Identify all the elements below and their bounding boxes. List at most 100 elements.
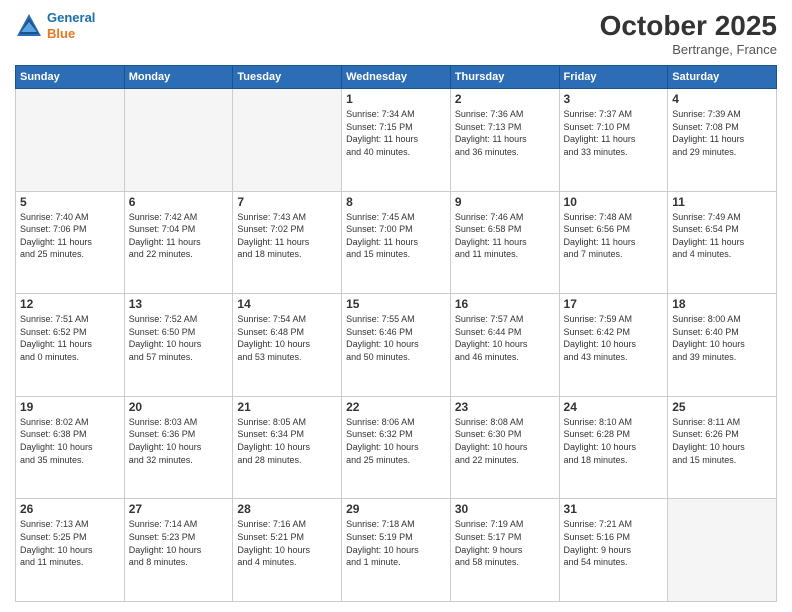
calendar-cell: 16 Sunrise: 7:57 AM Sunset: 6:44 PM Dayli… bbox=[450, 294, 559, 397]
day-number: 17 bbox=[564, 297, 664, 311]
day-number: 3 bbox=[564, 92, 664, 106]
calendar-cell: 19 Sunrise: 8:02 AM Sunset: 6:38 PM Dayli… bbox=[16, 396, 125, 499]
calendar-cell: 10Sunrise: 7:48 AM Sunset: 6:56 PM Dayli… bbox=[559, 191, 668, 294]
weekday-header-row: SundayMondayTuesdayWednesdayThursdayFrid… bbox=[16, 66, 777, 89]
day-number: 13 bbox=[129, 297, 229, 311]
title-block: October 2025 Bertrange, France bbox=[600, 10, 777, 57]
day-info: Sunrise: 7:36 AM Sunset: 7:13 PM Dayligh… bbox=[455, 108, 555, 158]
weekday-header-sunday: Sunday bbox=[16, 66, 125, 89]
day-number: 22 bbox=[346, 400, 446, 414]
calendar-cell: 21 Sunrise: 8:05 AM Sunset: 6:34 PM Dayli… bbox=[233, 396, 342, 499]
day-info: Sunrise: 7:54 AM Sunset: 6:48 PM Dayligh… bbox=[237, 313, 337, 363]
calendar-cell: 14 Sunrise: 7:54 AM Sunset: 6:48 PM Dayli… bbox=[233, 294, 342, 397]
day-info: Sunrise: 7:18 AM Sunset: 5:19 PM Dayligh… bbox=[346, 518, 446, 568]
day-info: Sunrise: 7:19 AM Sunset: 5:17 PM Dayligh… bbox=[455, 518, 555, 568]
calendar-table: SundayMondayTuesdayWednesdayThursdayFrid… bbox=[15, 65, 777, 602]
week-row-0: 1Sunrise: 7:34 AM Sunset: 7:15 PM Daylig… bbox=[16, 89, 777, 192]
day-info: Sunrise: 7:42 AM Sunset: 7:04 PM Dayligh… bbox=[129, 211, 229, 261]
calendar-cell: 25Sunrise: 8:11 AM Sunset: 6:26 PM Dayli… bbox=[668, 396, 777, 499]
day-info: Sunrise: 7:45 AM Sunset: 7:00 PM Dayligh… bbox=[346, 211, 446, 261]
calendar-cell: 31 Sunrise: 7:21 AM Sunset: 5:16 PM Dayli… bbox=[559, 499, 668, 602]
calendar-cell: 17 Sunrise: 7:59 AM Sunset: 6:42 PM Dayli… bbox=[559, 294, 668, 397]
weekday-header-friday: Friday bbox=[559, 66, 668, 89]
day-number: 7 bbox=[237, 195, 337, 209]
calendar-cell: 28Sunrise: 7:16 AM Sunset: 5:21 PM Dayli… bbox=[233, 499, 342, 602]
day-info: Sunrise: 8:10 AM Sunset: 6:28 PM Dayligh… bbox=[564, 416, 664, 466]
day-info: Sunrise: 7:52 AM Sunset: 6:50 PM Dayligh… bbox=[129, 313, 229, 363]
day-info: Sunrise: 7:37 AM Sunset: 7:10 PM Dayligh… bbox=[564, 108, 664, 158]
day-info: Sunrise: 8:05 AM Sunset: 6:34 PM Dayligh… bbox=[237, 416, 337, 466]
day-number: 16 bbox=[455, 297, 555, 311]
day-number: 19 bbox=[20, 400, 120, 414]
day-info: Sunrise: 8:02 AM Sunset: 6:38 PM Dayligh… bbox=[20, 416, 120, 466]
calendar-cell: 29Sunrise: 7:18 AM Sunset: 5:19 PM Dayli… bbox=[342, 499, 451, 602]
day-number: 24 bbox=[564, 400, 664, 414]
day-number: 21 bbox=[237, 400, 337, 414]
header: General Blue October 2025 Bertrange, Fra… bbox=[15, 10, 777, 57]
calendar-cell: 7Sunrise: 7:43 AM Sunset: 7:02 PM Daylig… bbox=[233, 191, 342, 294]
calendar-cell: 4 Sunrise: 7:39 AM Sunset: 7:08 PM Daylig… bbox=[668, 89, 777, 192]
weekday-header-wednesday: Wednesday bbox=[342, 66, 451, 89]
calendar-cell: 1Sunrise: 7:34 AM Sunset: 7:15 PM Daylig… bbox=[342, 89, 451, 192]
day-number: 9 bbox=[455, 195, 555, 209]
day-number: 11 bbox=[672, 195, 772, 209]
logo-text: General Blue bbox=[47, 10, 95, 41]
day-info: Sunrise: 7:55 AM Sunset: 6:46 PM Dayligh… bbox=[346, 313, 446, 363]
calendar-cell: 18 Sunrise: 8:00 AM Sunset: 6:40 PM Dayli… bbox=[668, 294, 777, 397]
day-info: Sunrise: 7:49 AM Sunset: 6:54 PM Dayligh… bbox=[672, 211, 772, 261]
day-number: 26 bbox=[20, 502, 120, 516]
calendar-cell: 15 Sunrise: 7:55 AM Sunset: 6:46 PM Dayli… bbox=[342, 294, 451, 397]
day-info: Sunrise: 7:16 AM Sunset: 5:21 PM Dayligh… bbox=[237, 518, 337, 568]
calendar-cell: 26 Sunrise: 7:13 AM Sunset: 5:25 PM Dayli… bbox=[16, 499, 125, 602]
month-title: October 2025 bbox=[600, 10, 777, 42]
day-info: Sunrise: 7:21 AM Sunset: 5:16 PM Dayligh… bbox=[564, 518, 664, 568]
day-info: Sunrise: 7:46 AM Sunset: 6:58 PM Dayligh… bbox=[455, 211, 555, 261]
calendar-cell bbox=[16, 89, 125, 192]
location: Bertrange, France bbox=[600, 42, 777, 57]
weekday-header-tuesday: Tuesday bbox=[233, 66, 342, 89]
day-number: 6 bbox=[129, 195, 229, 209]
day-number: 30 bbox=[455, 502, 555, 516]
day-number: 18 bbox=[672, 297, 772, 311]
calendar-cell: 24 Sunrise: 8:10 AM Sunset: 6:28 PM Dayli… bbox=[559, 396, 668, 499]
logo: General Blue bbox=[15, 10, 95, 41]
day-number: 15 bbox=[346, 297, 446, 311]
day-info: Sunrise: 7:39 AM Sunset: 7:08 PM Dayligh… bbox=[672, 108, 772, 158]
day-info: Sunrise: 7:48 AM Sunset: 6:56 PM Dayligh… bbox=[564, 211, 664, 261]
calendar-cell bbox=[668, 499, 777, 602]
day-number: 31 bbox=[564, 502, 664, 516]
day-info: Sunrise: 8:00 AM Sunset: 6:40 PM Dayligh… bbox=[672, 313, 772, 363]
calendar-cell: 27 Sunrise: 7:14 AM Sunset: 5:23 PM Dayli… bbox=[124, 499, 233, 602]
day-info: Sunrise: 7:14 AM Sunset: 5:23 PM Dayligh… bbox=[129, 518, 229, 568]
day-info: Sunrise: 7:13 AM Sunset: 5:25 PM Dayligh… bbox=[20, 518, 120, 568]
day-info: Sunrise: 7:57 AM Sunset: 6:44 PM Dayligh… bbox=[455, 313, 555, 363]
day-number: 14 bbox=[237, 297, 337, 311]
day-info: Sunrise: 7:40 AM Sunset: 7:06 PM Dayligh… bbox=[20, 211, 120, 261]
calendar-cell bbox=[233, 89, 342, 192]
day-info: Sunrise: 7:59 AM Sunset: 6:42 PM Dayligh… bbox=[564, 313, 664, 363]
calendar-cell: 8Sunrise: 7:45 AM Sunset: 7:00 PM Daylig… bbox=[342, 191, 451, 294]
calendar-cell: 5 Sunrise: 7:40 AM Sunset: 7:06 PM Daylig… bbox=[16, 191, 125, 294]
calendar-cell: 6 Sunrise: 7:42 AM Sunset: 7:04 PM Daylig… bbox=[124, 191, 233, 294]
week-row-4: 26 Sunrise: 7:13 AM Sunset: 5:25 PM Dayli… bbox=[16, 499, 777, 602]
calendar-cell: 23Sunrise: 8:08 AM Sunset: 6:30 PM Dayli… bbox=[450, 396, 559, 499]
calendar-cell: 30 Sunrise: 7:19 AM Sunset: 5:17 PM Dayli… bbox=[450, 499, 559, 602]
day-info: Sunrise: 7:34 AM Sunset: 7:15 PM Dayligh… bbox=[346, 108, 446, 158]
calendar-cell: 3 Sunrise: 7:37 AM Sunset: 7:10 PM Daylig… bbox=[559, 89, 668, 192]
weekday-header-saturday: Saturday bbox=[668, 66, 777, 89]
day-number: 5 bbox=[20, 195, 120, 209]
calendar-cell: 12Sunrise: 7:51 AM Sunset: 6:52 PM Dayli… bbox=[16, 294, 125, 397]
weekday-header-monday: Monday bbox=[124, 66, 233, 89]
weekday-header-thursday: Thursday bbox=[450, 66, 559, 89]
day-number: 2 bbox=[455, 92, 555, 106]
day-info: Sunrise: 8:06 AM Sunset: 6:32 PM Dayligh… bbox=[346, 416, 446, 466]
day-number: 27 bbox=[129, 502, 229, 516]
day-number: 25 bbox=[672, 400, 772, 414]
page: General Blue October 2025 Bertrange, Fra… bbox=[0, 0, 792, 612]
day-info: Sunrise: 8:03 AM Sunset: 6:36 PM Dayligh… bbox=[129, 416, 229, 466]
day-number: 4 bbox=[672, 92, 772, 106]
logo-icon bbox=[15, 12, 43, 40]
calendar-cell: 20Sunrise: 8:03 AM Sunset: 6:36 PM Dayli… bbox=[124, 396, 233, 499]
week-row-1: 5 Sunrise: 7:40 AM Sunset: 7:06 PM Daylig… bbox=[16, 191, 777, 294]
calendar-cell: 2 Sunrise: 7:36 AM Sunset: 7:13 PM Daylig… bbox=[450, 89, 559, 192]
